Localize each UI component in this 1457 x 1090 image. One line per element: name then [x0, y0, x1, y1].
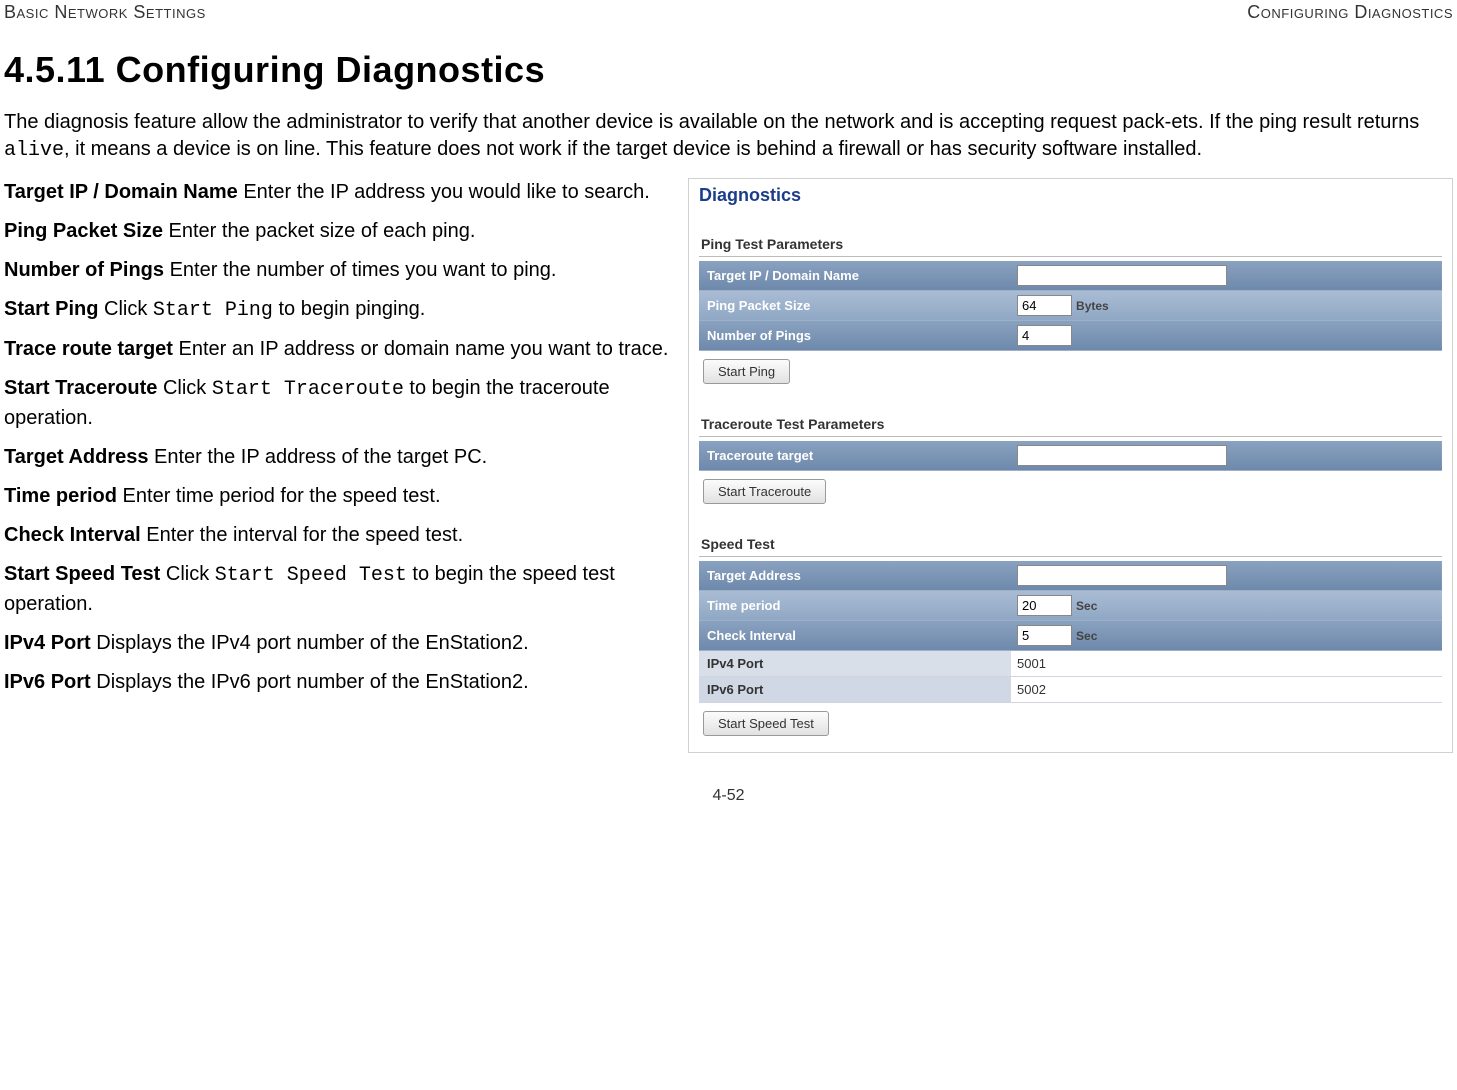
speed-ipv4-value: 5001: [1011, 651, 1442, 677]
definition-text: Enter an IP address or domain name you w…: [173, 338, 668, 360]
speed-ipv6-label: IPv6 Port: [699, 677, 1011, 703]
start-traceroute-button[interactable]: Start Traceroute: [703, 479, 826, 504]
definition-label: Start Traceroute: [4, 377, 157, 399]
definition-text: Enter the IP address you would like to s…: [238, 181, 650, 203]
definition-label: Trace route target: [4, 338, 173, 360]
diagnostics-panel: Diagnostics Ping Test Parameters Target …: [688, 178, 1453, 753]
intro-code: alive: [4, 139, 64, 162]
definition-text: Enter time period for the speed test.: [117, 485, 441, 507]
definition-label: Start Speed Test: [4, 563, 160, 585]
speed-time-input[interactable]: [1017, 595, 1072, 616]
definition-text: Click: [160, 563, 214, 585]
ping-size-input[interactable]: [1017, 295, 1072, 316]
traceroute-section-title: Traceroute Test Parameters: [699, 398, 1442, 437]
ping-size-label: Ping Packet Size: [699, 291, 1011, 321]
section-title: 4.5.11 Configuring Diagnostics: [0, 31, 1457, 99]
definition-text: Enter the interval for the speed test.: [141, 524, 463, 546]
speed-section-title: Speed Test: [699, 518, 1442, 557]
intro-text-2: , it means a device is on line. This fea…: [64, 138, 1202, 160]
definition-item: Start Speed Test Click Start Speed Test …: [4, 560, 674, 619]
ping-section-title: Ping Test Parameters: [699, 218, 1442, 257]
definition-label: Start Ping: [4, 298, 98, 320]
speed-ipv4-label: IPv4 Port: [699, 651, 1011, 677]
definition-label: Target IP / Domain Name: [4, 181, 238, 203]
page-header: Basic Network Settings Configuring Diagn…: [0, 0, 1457, 31]
traceroute-target-label: Traceroute target: [699, 441, 1011, 471]
definition-text: Enter the IP address of the target PC.: [148, 446, 487, 468]
speed-interval-unit: Sec: [1076, 629, 1097, 643]
header-left: Basic Network Settings: [4, 2, 206, 23]
definition-label: IPv6 Port: [4, 671, 91, 693]
speed-time-label: Time period: [699, 591, 1011, 621]
definition-item: Time period Enter time period for the sp…: [4, 482, 674, 511]
definition-code: Start Traceroute: [212, 378, 404, 401]
definitions-column: Target IP / Domain Name Enter the IP add…: [4, 178, 674, 707]
definition-item: Ping Packet Size Enter the packet size o…: [4, 217, 674, 246]
definition-item: Trace route target Enter an IP address o…: [4, 335, 674, 364]
definition-item: IPv6 Port Displays the IPv6 port number …: [4, 668, 674, 697]
ping-count-input[interactable]: [1017, 325, 1072, 346]
definition-text: Displays the IPv4 port number of the EnS…: [91, 632, 529, 654]
definition-text: Enter the number of times you want to pi…: [164, 259, 556, 281]
traceroute-target-input[interactable]: [1017, 445, 1227, 466]
start-speed-test-button[interactable]: Start Speed Test: [703, 711, 829, 736]
speed-target-label: Target Address: [699, 561, 1011, 591]
ping-target-input[interactable]: [1017, 265, 1227, 286]
intro-text-1: The diagnosis feature allow the administ…: [4, 111, 1419, 133]
page-number: 4-52: [0, 753, 1457, 813]
definition-code: Start Ping: [153, 299, 273, 322]
ping-target-label: Target IP / Domain Name: [699, 261, 1011, 291]
definition-item: Number of Pings Enter the number of time…: [4, 256, 674, 285]
definition-label: Check Interval: [4, 524, 141, 546]
definition-item: Target Address Enter the IP address of t…: [4, 443, 674, 472]
speed-ipv6-value: 5002: [1011, 677, 1442, 703]
ping-size-unit: Bytes: [1076, 299, 1109, 313]
speed-interval-input[interactable]: [1017, 625, 1072, 646]
definition-item: Start Ping Click Start Ping to begin pin…: [4, 295, 674, 325]
start-ping-button[interactable]: Start Ping: [703, 359, 790, 384]
definition-text: to begin pinging.: [273, 298, 425, 320]
intro-paragraph: The diagnosis feature allow the administ…: [0, 99, 1457, 168]
speed-time-unit: Sec: [1076, 599, 1097, 613]
definition-label: Time period: [4, 485, 117, 507]
definition-label: Target Address: [4, 446, 148, 468]
definition-code: Start Speed Test: [215, 564, 407, 587]
ping-count-label: Number of Pings: [699, 321, 1011, 351]
definition-label: IPv4 Port: [4, 632, 91, 654]
definition-text: Displays the IPv6 port number of the EnS…: [91, 671, 529, 693]
speed-interval-label: Check Interval: [699, 621, 1011, 651]
definition-label: Ping Packet Size: [4, 220, 163, 242]
definition-text: Click: [157, 377, 211, 399]
definition-item: IPv4 Port Displays the IPv4 port number …: [4, 629, 674, 658]
definition-item: Check Interval Enter the interval for th…: [4, 521, 674, 550]
definition-label: Number of Pings: [4, 259, 164, 281]
definition-text: Enter the packet size of each ping.: [163, 220, 475, 242]
definition-item: Target IP / Domain Name Enter the IP add…: [4, 178, 674, 207]
definition-item: Start Traceroute Click Start Traceroute …: [4, 374, 674, 433]
speed-target-input[interactable]: [1017, 565, 1227, 586]
panel-title: Diagnostics: [689, 179, 1452, 218]
header-right: Configuring Diagnostics: [1247, 2, 1453, 23]
definition-text: Click: [98, 298, 152, 320]
